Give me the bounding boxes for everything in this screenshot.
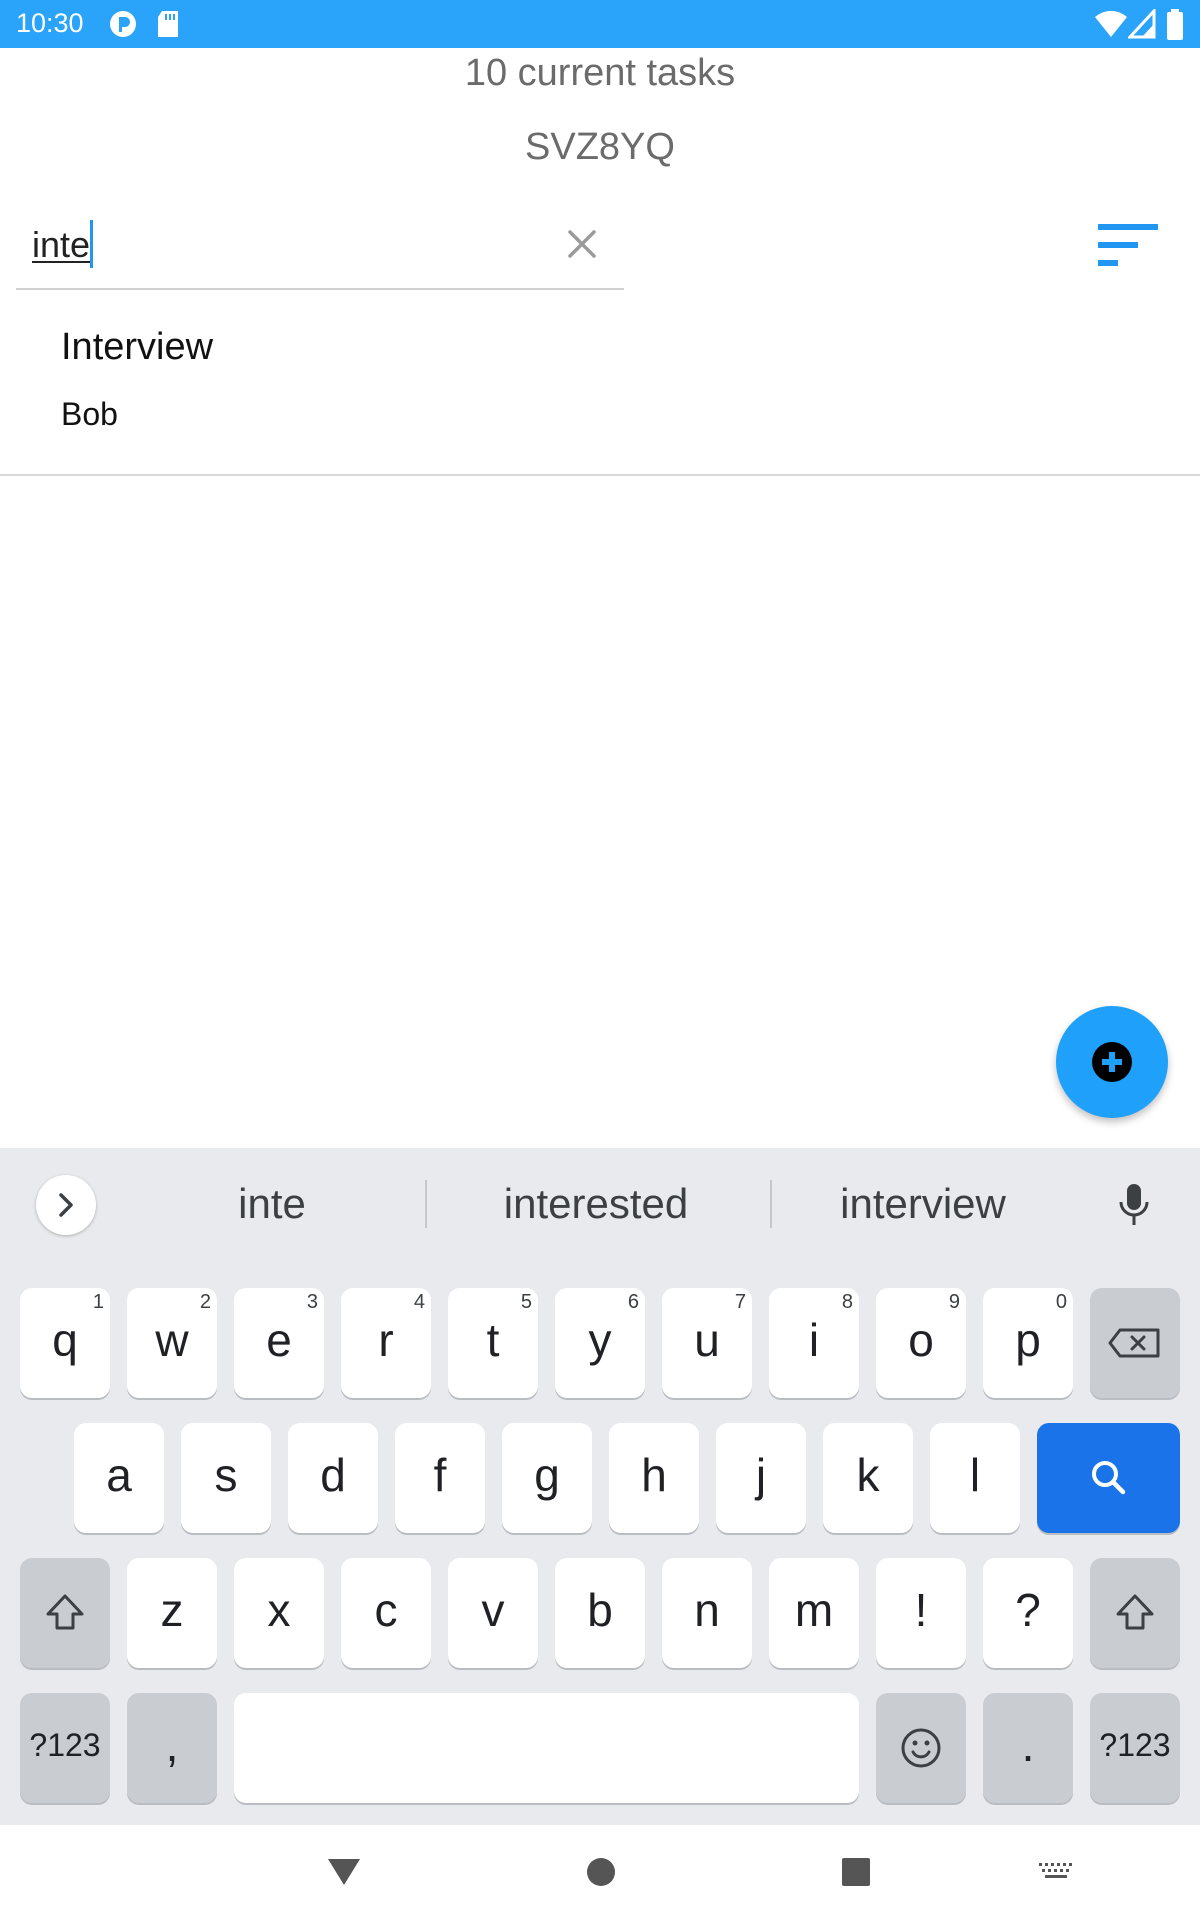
keyboard-switch-icon[interactable] <box>1039 1863 1073 1881</box>
suggestion-2[interactable]: interested <box>456 1180 736 1228</box>
key-x[interactable]: x <box>234 1558 324 1668</box>
emoji-icon <box>901 1728 941 1768</box>
task-assignee: Bob <box>61 396 118 432</box>
key-exclamation[interactable]: ! <box>876 1558 966 1668</box>
shift-icon <box>1116 1594 1154 1630</box>
symbols-key-right[interactable]: ?123 <box>1090 1693 1180 1803</box>
add-task-button[interactable] <box>1056 1006 1168 1118</box>
status-time: 10:30 <box>16 8 84 38</box>
suggestion-bar: inte interested interview <box>0 1148 1200 1258</box>
chevron-right-icon <box>59 1193 73 1217</box>
key-hint: 4 <box>413 1291 425 1313</box>
key-d[interactable]: d <box>288 1423 378 1533</box>
symbols-key[interactable]: ?123 <box>20 1693 110 1803</box>
search-field[interactable]: inte <box>16 210 624 290</box>
close-icon[interactable] <box>564 226 600 262</box>
search-icon <box>1092 1461 1126 1495</box>
recents-icon[interactable] <box>840 1855 872 1889</box>
battery-icon <box>1167 9 1183 40</box>
microphone-icon[interactable] <box>1116 1182 1152 1228</box>
suggestion-divider <box>770 1180 772 1228</box>
key-t[interactable]: 5t <box>448 1288 538 1398</box>
key-m[interactable]: m <box>769 1558 859 1668</box>
key-l[interactable]: l <box>930 1423 1020 1533</box>
key-hint: 8 <box>841 1291 853 1313</box>
sd-card-icon <box>158 11 178 37</box>
key-hint: 0 <box>1055 1291 1067 1313</box>
back-icon[interactable] <box>326 1855 362 1889</box>
key-e[interactable]: 3e <box>234 1288 324 1398</box>
shift-key[interactable] <box>20 1558 110 1668</box>
shift-icon <box>46 1594 84 1630</box>
key-question[interactable]: ? <box>983 1558 1073 1668</box>
task-title: Interview <box>61 326 214 368</box>
key-r[interactable]: 4r <box>341 1288 431 1398</box>
suggestion-1[interactable]: inte <box>152 1180 392 1228</box>
list-item[interactable]: Interview Bob <box>0 300 1200 476</box>
key-hint: 7 <box>734 1291 746 1313</box>
key-hint: 9 <box>948 1291 960 1313</box>
key-h[interactable]: h <box>609 1423 699 1533</box>
home-icon[interactable] <box>585 1855 617 1889</box>
tasks-count-title: 10 current tasks <box>464 52 736 94</box>
search-input[interactable]: inte <box>32 224 90 266</box>
key-n[interactable]: n <box>662 1558 752 1668</box>
suggestion-3[interactable]: interview <box>800 1180 1046 1228</box>
key-label: r <box>378 1314 394 1366</box>
key-label: e <box>266 1314 292 1366</box>
key-c[interactable]: c <box>341 1558 431 1668</box>
expand-suggestions-button[interactable] <box>36 1175 96 1235</box>
backspace-key[interactable] <box>1090 1288 1180 1398</box>
wifi-icon <box>1095 10 1127 38</box>
cell-signal-icon <box>1128 9 1156 39</box>
sort-icon[interactable] <box>1094 222 1160 270</box>
key-g[interactable]: g <box>502 1423 592 1533</box>
space-key[interactable] <box>234 1693 859 1803</box>
key-f[interactable]: f <box>395 1423 485 1533</box>
screen: 10:30 10 current tasks SVZ8YQ inte Inter… <box>0 0 1200 1920</box>
key-label: y <box>588 1314 612 1366</box>
navigation-bar <box>0 1825 1200 1920</box>
text-cursor <box>90 220 93 268</box>
period-key[interactable]: . <box>983 1693 1073 1803</box>
shift-key-right[interactable] <box>1090 1558 1180 1668</box>
comma-key[interactable]: , <box>127 1693 217 1803</box>
key-p[interactable]: 0p <box>983 1288 1073 1398</box>
key-y[interactable]: 6y <box>555 1288 645 1398</box>
search-key[interactable] <box>1037 1423 1180 1533</box>
status-bar: 10:30 <box>0 0 1200 48</box>
key-label: q <box>52 1314 78 1366</box>
key-v[interactable]: v <box>448 1558 538 1668</box>
key-label: o <box>908 1314 934 1366</box>
key-s[interactable]: s <box>181 1423 271 1533</box>
session-code: SVZ8YQ <box>525 126 675 168</box>
backspace-icon <box>1108 1328 1160 1358</box>
key-label: t <box>486 1314 500 1366</box>
key-label: p <box>1015 1314 1041 1366</box>
key-a[interactable]: a <box>74 1423 164 1533</box>
key-hint: 5 <box>520 1291 532 1313</box>
key-label: i <box>808 1314 820 1366</box>
key-hint: 2 <box>199 1291 211 1313</box>
key-hint: 1 <box>92 1291 104 1313</box>
key-w[interactable]: 2w <box>127 1288 217 1398</box>
key-label: u <box>694 1314 720 1366</box>
key-z[interactable]: z <box>127 1558 217 1668</box>
key-u[interactable]: 7u <box>662 1288 752 1398</box>
key-j[interactable]: j <box>716 1423 806 1533</box>
key-b[interactable]: b <box>555 1558 645 1668</box>
key-hint: 6 <box>627 1291 639 1313</box>
key-q[interactable]: 1q <box>20 1288 110 1398</box>
soft-keyboard: inte interested interview 1q 2w 3e 4r 5t… <box>0 1148 1200 1825</box>
key-k[interactable]: k <box>823 1423 913 1533</box>
emoji-key[interactable] <box>876 1693 966 1803</box>
key-label: w <box>155 1314 189 1366</box>
key-o[interactable]: 9o <box>876 1288 966 1398</box>
notification-badge-icon <box>110 11 136 37</box>
key-i[interactable]: 8i <box>769 1288 859 1398</box>
key-hint: 3 <box>306 1291 318 1313</box>
add-circle-icon <box>1092 1042 1132 1082</box>
suggestion-divider <box>425 1180 427 1228</box>
